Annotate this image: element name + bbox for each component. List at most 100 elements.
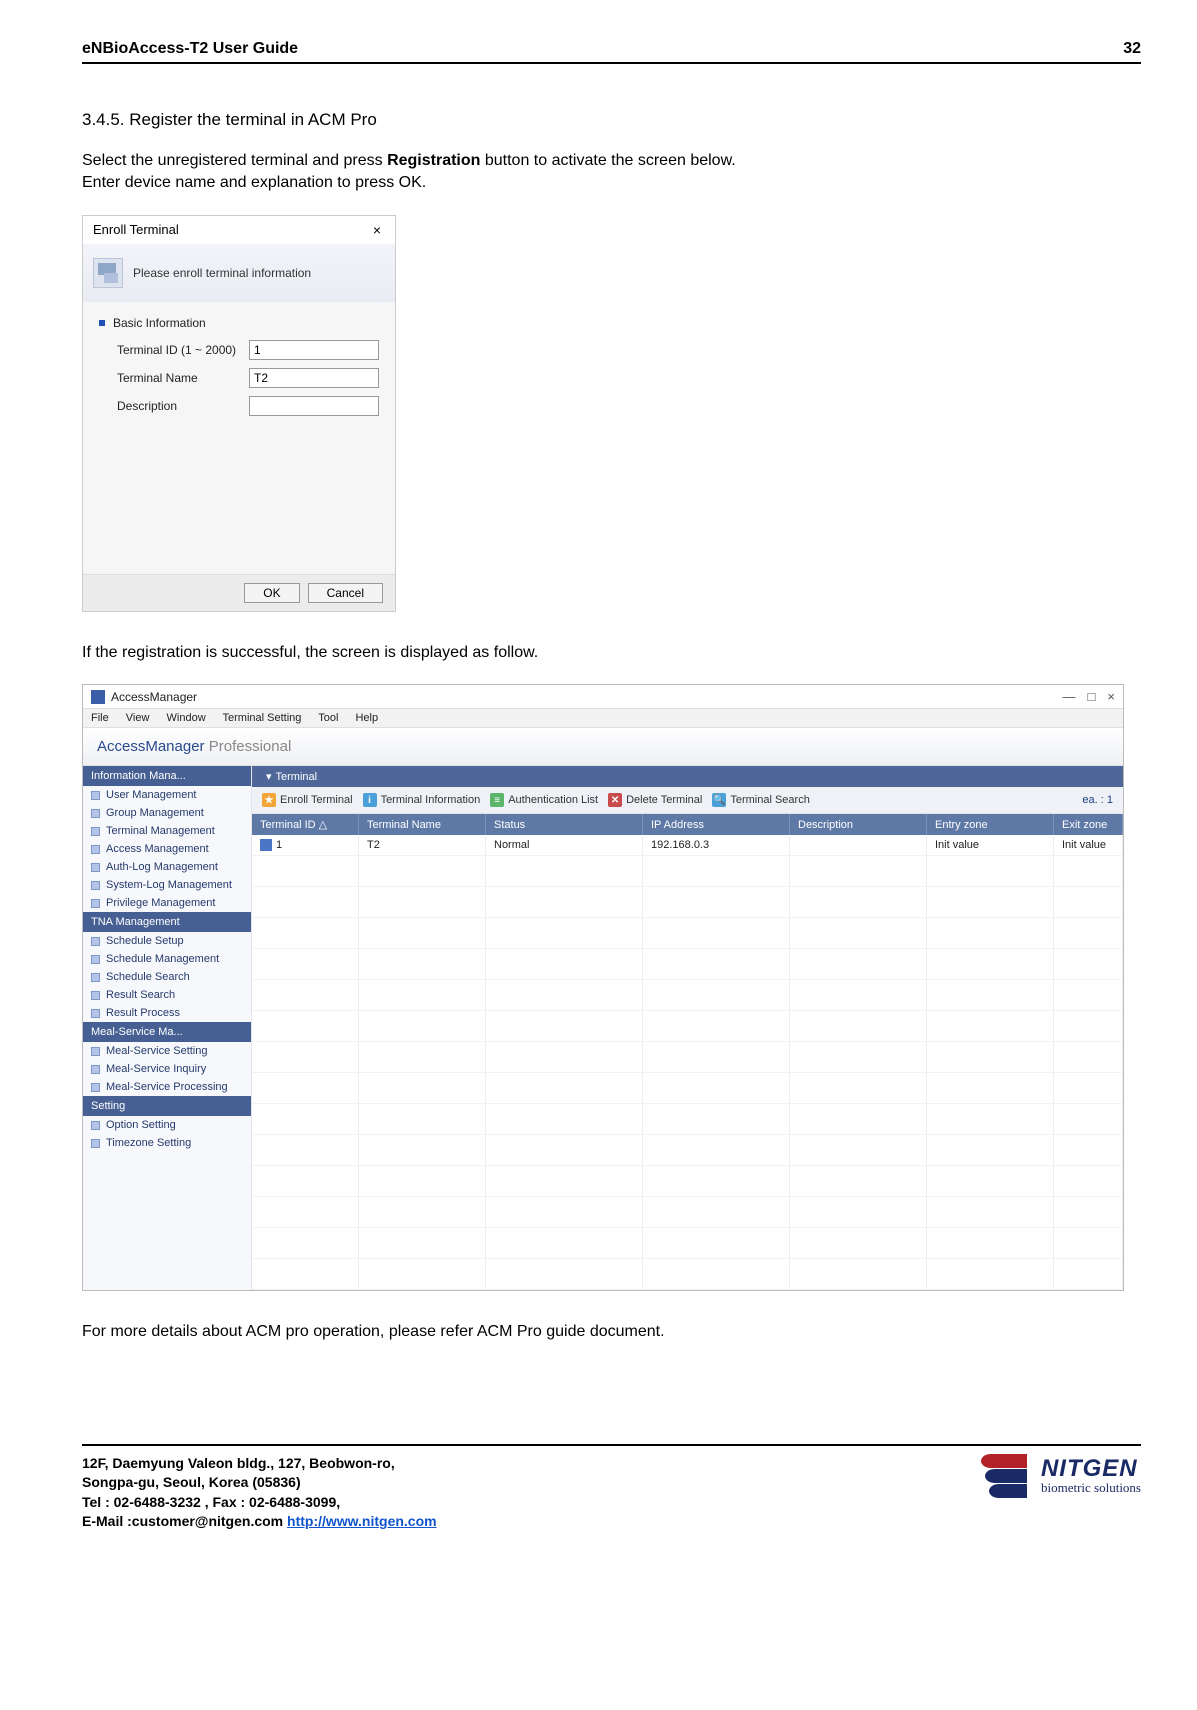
sidebar-item-label: System-Log Management — [106, 879, 232, 891]
info-icon: i — [363, 793, 377, 807]
cell-name: T2 — [359, 835, 486, 856]
col-terminal-name[interactable]: Terminal Name — [359, 814, 486, 835]
sidebar-item[interactable]: Schedule Search — [83, 968, 251, 986]
tb-enroll-label: Enroll Terminal — [280, 794, 353, 806]
brand-name: AccessManager — [97, 738, 205, 755]
tab-terminal[interactable]: ▾ Terminal — [252, 766, 331, 787]
sidebar-item[interactable]: Result Process — [83, 1004, 251, 1022]
square-icon — [91, 881, 100, 890]
sidebar-item[interactable]: Timezone Setting — [83, 1134, 251, 1152]
sidebar-item-label: Timezone Setting — [106, 1137, 191, 1149]
sidebar-item[interactable]: Result Search — [83, 986, 251, 1004]
star-icon: ★ — [262, 793, 276, 807]
menu-window[interactable]: Window — [167, 712, 206, 724]
sidebar-item[interactable]: Schedule Management — [83, 950, 251, 968]
terminal-name-input[interactable] — [249, 368, 379, 388]
sidebar-item[interactable]: System-Log Management — [83, 876, 251, 894]
sidebar-header: Setting — [83, 1096, 251, 1116]
sidebar-item-label: Group Management — [106, 807, 204, 819]
dialog-title: Enroll Terminal — [93, 222, 179, 237]
col-terminal-id[interactable]: Terminal ID △ — [252, 814, 359, 835]
col-status[interactable]: Status — [486, 814, 643, 835]
square-icon — [91, 973, 100, 982]
tb-terminal-search[interactable]: 🔍 Terminal Search — [712, 793, 809, 807]
col-entry-zone[interactable]: Entry zone — [927, 814, 1054, 835]
dialog-subtitle: Please enroll terminal information — [133, 266, 311, 280]
sidebar-item[interactable]: Terminal Management — [83, 822, 251, 840]
close-icon[interactable]: × — [369, 222, 385, 238]
sidebar-item-label: Schedule Search — [106, 971, 190, 983]
col-ip[interactable]: IP Address — [643, 814, 790, 835]
sidebar-item[interactable]: Meal-Service Setting — [83, 1042, 251, 1060]
cell-ip: 192.168.0.3 — [643, 835, 790, 856]
tb-delete-terminal[interactable]: ✕Delete Terminal — [608, 793, 702, 807]
nitgen-logo: NITGEN biometric solutions — [979, 1454, 1141, 1498]
after-dialog-text: If the registration is successful, the s… — [82, 642, 1141, 664]
sidebar-item[interactable]: User Management — [83, 786, 251, 804]
menu-file[interactable]: File — [91, 712, 109, 724]
sidebar-item[interactable]: Schedule Setup — [83, 932, 251, 950]
square-icon — [91, 845, 100, 854]
delete-icon: ✕ — [608, 793, 622, 807]
cancel-button[interactable]: Cancel — [308, 583, 383, 603]
footer-link[interactable]: http://www.nitgen.com — [287, 1513, 437, 1529]
cell-status: Normal — [486, 835, 643, 856]
sidebar-item[interactable]: Access Management — [83, 840, 251, 858]
ok-button[interactable]: OK — [244, 583, 299, 603]
menu-bar: File View Window Terminal Setting Tool H… — [83, 709, 1123, 728]
minimize-icon[interactable]: — — [1063, 689, 1076, 704]
col-exit-zone[interactable]: Exit zone — [1054, 814, 1123, 835]
basic-info-label: Basic Information — [113, 316, 206, 330]
tab-label: Terminal — [276, 771, 318, 783]
sidebar-item[interactable]: Option Setting — [83, 1116, 251, 1134]
bullet-icon — [99, 320, 105, 326]
table-row[interactable]: 1 T2 Normal 192.168.0.3 Init value Init … — [252, 835, 1123, 856]
footer-l4a: E-Mail :customer@nitgen.com — [82, 1513, 287, 1529]
terminal-name-label: Terminal Name — [117, 371, 243, 385]
cell-id: 1 — [276, 839, 282, 851]
square-icon — [91, 1065, 100, 1074]
sidebar-item[interactable]: Meal-Service Inquiry — [83, 1060, 251, 1078]
cell-entry: Init value — [927, 835, 1054, 856]
sidebar-item-label: Result Search — [106, 989, 175, 1001]
menu-tool[interactable]: Tool — [318, 712, 338, 724]
square-icon — [91, 791, 100, 800]
sidebar-header: Meal-Service Ma... — [83, 1022, 251, 1042]
close-icon[interactable]: × — [1107, 689, 1115, 704]
window-title: AccessManager — [111, 690, 197, 704]
tb-auth-list[interactable]: ≡Authentication List — [490, 793, 598, 807]
square-icon — [91, 955, 100, 964]
brand-suffix: Professional — [205, 738, 292, 755]
sidebar-item-label: Meal-Service Processing — [106, 1081, 228, 1093]
col-description[interactable]: Description — [790, 814, 927, 835]
square-icon — [91, 899, 100, 908]
sidebar-item-label: Auth-Log Management — [106, 861, 218, 873]
menu-view[interactable]: View — [126, 712, 150, 724]
sidebar-header: Information Mana... — [83, 766, 251, 786]
intro-bold: Registration — [387, 152, 480, 169]
cell-exit: Init value — [1054, 835, 1123, 856]
sidebar-item[interactable]: Group Management — [83, 804, 251, 822]
square-icon — [91, 1139, 100, 1148]
search-icon: 🔍 — [712, 793, 726, 807]
tb-enroll-terminal[interactable]: ★ Enroll Terminal — [262, 793, 353, 807]
sidebar-item-label: Meal-Service Setting — [106, 1045, 208, 1057]
sidebar-item[interactable]: Meal-Service Processing — [83, 1078, 251, 1096]
terminal-id-input[interactable] — [249, 340, 379, 360]
page-number: 32 — [1123, 40, 1141, 58]
description-input[interactable] — [249, 396, 379, 416]
menu-terminal-setting[interactable]: Terminal Setting — [223, 712, 302, 724]
square-icon — [91, 1121, 100, 1130]
tb-search-label: Terminal Search — [730, 794, 809, 806]
sidebar-item[interactable]: Privilege Management — [83, 894, 251, 912]
footer-l1: 12F, Daemyung Valeon bldg., 127, Beobwon… — [82, 1455, 395, 1471]
sidebar-item-label: Schedule Management — [106, 953, 219, 965]
sidebar: Information Mana...User Management Group … — [83, 766, 252, 1290]
sidebar-item[interactable]: Auth-Log Management — [83, 858, 251, 876]
menu-help[interactable]: Help — [355, 712, 378, 724]
maximize-icon[interactable]: □ — [1088, 689, 1096, 704]
doc-title: eNBioAccess-T2 User Guide — [82, 40, 298, 58]
tb-terminal-info[interactable]: iTerminal Information — [363, 793, 481, 807]
sidebar-item-label: Meal-Service Inquiry — [106, 1063, 206, 1075]
chevron-down-icon: ▾ — [266, 770, 272, 783]
